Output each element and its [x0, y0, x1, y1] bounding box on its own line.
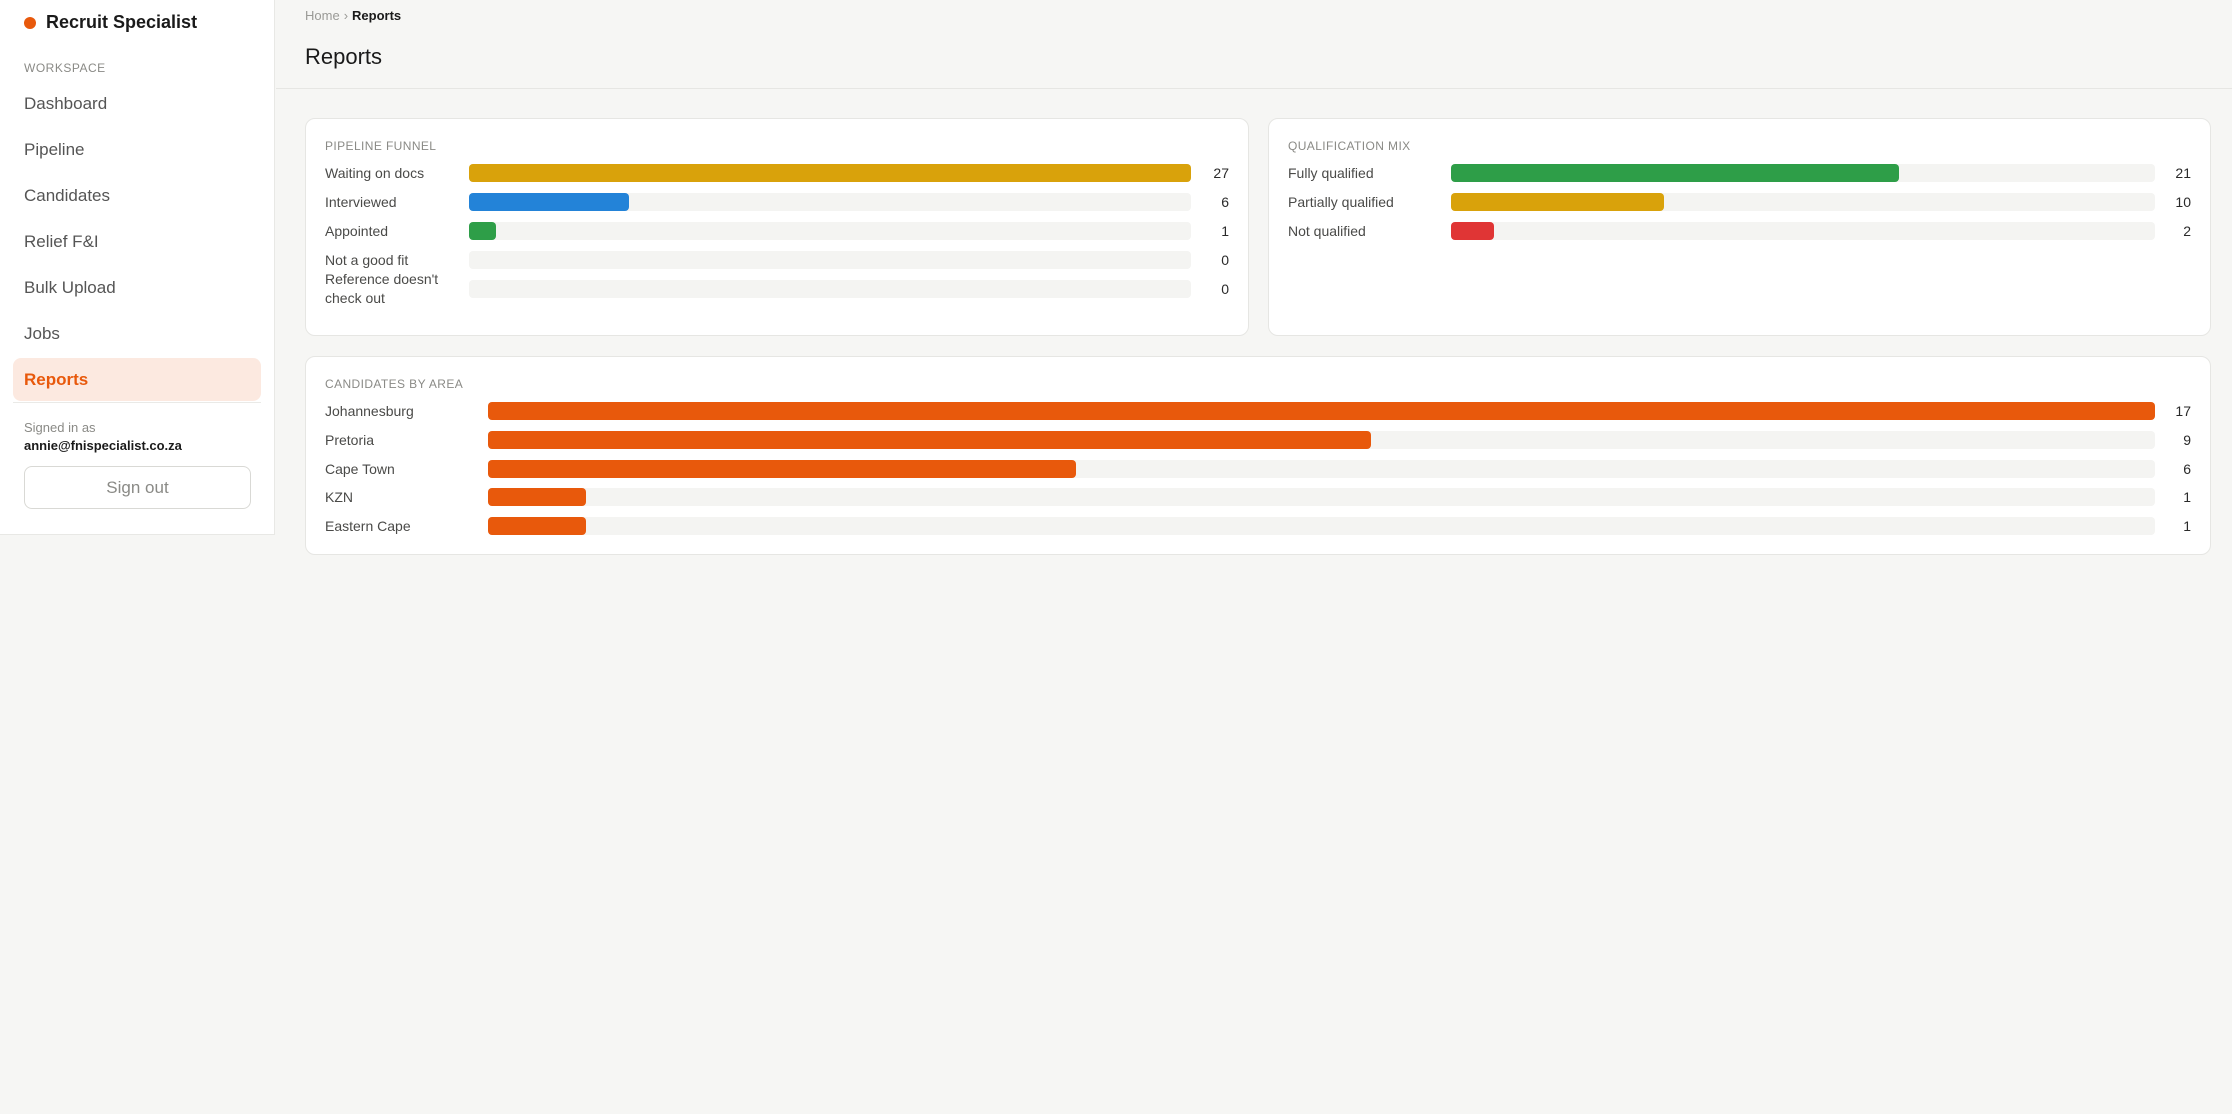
- bar-label: Partially qualified: [1288, 194, 1394, 210]
- bar-label: KZN: [325, 489, 353, 505]
- bar-label: Not qualified: [1288, 223, 1366, 239]
- bar-track: [1451, 222, 2155, 240]
- bar-track: [488, 460, 2155, 478]
- candidates-by-area-card: CANDIDATES BY AREA Johannesburg 17 Pretori…: [305, 356, 2211, 555]
- bar-label: Johannesburg: [325, 403, 414, 419]
- bar-track: [1451, 193, 2155, 211]
- sign-out-button[interactable]: Sign out: [24, 466, 251, 509]
- candidates-by-area-title: CANDIDATES BY AREA: [325, 377, 464, 391]
- bar-label: Cape Town: [325, 461, 395, 477]
- bar-value: 2: [2183, 223, 2191, 239]
- bar-value: 6: [2183, 461, 2191, 477]
- bar: [1451, 164, 1899, 182]
- bar-label: Waiting on docs: [325, 165, 425, 181]
- brand[interactable]: Recruit Specialist: [24, 12, 197, 33]
- bar: [488, 488, 587, 506]
- workspace-section-label: WORKSPACE: [24, 61, 106, 75]
- pipeline-funnel-title: PIPELINE FUNNEL: [325, 139, 437, 153]
- sidebar-item-bulk-upload[interactable]: Bulk Upload: [13, 266, 261, 309]
- bar-value: 0: [1221, 281, 1229, 297]
- breadcrumb-current: Reports: [352, 8, 402, 23]
- bar-track: [469, 251, 1191, 269]
- sidebar-divider: [13, 402, 261, 403]
- bar-label: Appointed: [325, 223, 389, 239]
- bar: [469, 222, 496, 240]
- bar-value: 21: [2175, 165, 2191, 181]
- bar: [488, 460, 1077, 478]
- bar-value: 10: [2175, 194, 2191, 210]
- bar-label: Pretoria: [325, 432, 375, 448]
- breadcrumb-separator: ›: [343, 8, 349, 23]
- bar-value: 17: [2175, 403, 2191, 419]
- sidebar-nav: Dashboard Pipeline Candidates Relief F&I…: [13, 82, 261, 404]
- bar: [469, 164, 1191, 182]
- sidebar-item-jobs[interactable]: Jobs: [13, 312, 261, 355]
- bar-label: Eastern Cape: [325, 518, 411, 534]
- bar-label: Interviewed: [325, 194, 397, 210]
- bar-value: 27: [1213, 165, 1229, 181]
- qualification-mix-title: QUALIFICATION MIX: [1288, 139, 1411, 153]
- bar-track: [469, 222, 1191, 240]
- sidebar-item-candidates[interactable]: Candidates: [13, 174, 261, 217]
- qualification-mix-card: QUALIFICATION MIX Fully qualified 21 Parti…: [1268, 118, 2211, 336]
- bar: [1451, 222, 1494, 240]
- sidebar-item-reports[interactable]: Reports: [13, 358, 261, 401]
- bar-label: Reference doesn't check out: [325, 271, 439, 306]
- bar-track: [488, 517, 2155, 535]
- bar-value: 1: [2183, 518, 2191, 534]
- bar: [1451, 193, 1665, 211]
- bar-track: [469, 193, 1191, 211]
- bar: [488, 517, 587, 535]
- pipeline-funnel-card: PIPELINE FUNNEL Waiting on docs 27 Intervi…: [305, 118, 1249, 336]
- signed-in-label: Signed in as: [24, 420, 96, 435]
- bar-track: [488, 402, 2155, 420]
- bar-value: 9: [2183, 432, 2191, 448]
- bar-value: 1: [1221, 223, 1229, 239]
- sidebar: Recruit Specialist WORKSPACE Dashboard P…: [0, 0, 275, 535]
- bar-value: 0: [1221, 252, 1229, 268]
- bar-track: [469, 164, 1191, 182]
- bar-track: [469, 280, 1191, 298]
- breadcrumb: Home › Reports: [305, 8, 401, 23]
- bar-track: [1451, 164, 2155, 182]
- page-title: Reports: [305, 44, 383, 69]
- sidebar-item-relief-fi[interactable]: Relief F&I: [13, 220, 261, 263]
- brand-dot-icon: [24, 16, 36, 29]
- header-divider: [276, 88, 2232, 89]
- brand-name: Recruit Specialist: [46, 12, 198, 32]
- bar-value: 6: [1221, 194, 1229, 210]
- bar-value: 1: [2183, 489, 2191, 505]
- bar-track: [488, 431, 2155, 449]
- bar: [469, 193, 630, 211]
- bar-track: [488, 488, 2155, 506]
- bar-label: Not a good fit: [325, 252, 409, 268]
- breadcrumb-home-link[interactable]: Home: [305, 8, 340, 23]
- signed-in-email: annie@fnispecialist.co.za: [24, 438, 182, 453]
- bar: [488, 431, 1371, 449]
- sidebar-item-dashboard[interactable]: Dashboard: [13, 82, 261, 125]
- sidebar-item-pipeline[interactable]: Pipeline: [13, 128, 261, 171]
- bar: [488, 402, 2155, 420]
- bar-label: Fully qualified: [1288, 165, 1374, 181]
